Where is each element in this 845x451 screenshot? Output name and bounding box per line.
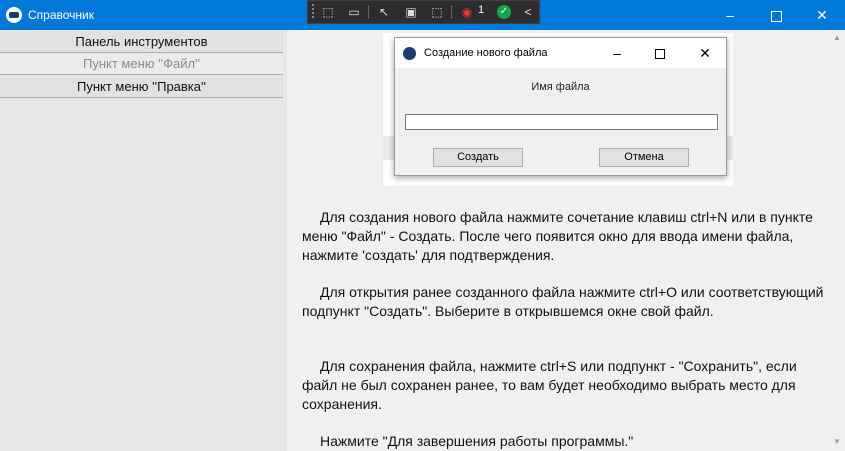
scroll-up-icon[interactable]: ▲ [833, 33, 841, 42]
toolbar-separator [368, 5, 369, 19]
window-title: Справочник [28, 8, 94, 22]
debug-toolbar: ⬚ ▭ ↖ ▣ ⬚ ◉ 1 ✓ < [307, 0, 540, 24]
maximize-icon [770, 10, 782, 22]
track-focus-icon[interactable]: ⬚ [429, 4, 445, 20]
scroll-down-icon[interactable]: ▼ [833, 437, 841, 446]
toolbar-separator [451, 5, 452, 19]
dialog-minimize-icon: – [613, 45, 621, 61]
create-button: Создать [433, 148, 523, 167]
help-paragraph: Нажмите "Для завершения работы программы… [320, 433, 634, 449]
cancel-button: Отмена [599, 148, 689, 167]
dialog-maximize-icon [648, 43, 672, 63]
file-name-field [405, 114, 718, 130]
close-button[interactable]: ✕ [799, 0, 845, 30]
dialog-title: Создание нового файла [424, 47, 548, 59]
help-paragraph: Для создания нового файла нажмите сочета… [302, 209, 813, 263]
file-name-label: Имя файла [531, 81, 590, 93]
check-icon[interactable]: ✓ [497, 5, 511, 19]
sidebar-item-toolbar[interactable]: Панель инструментов [0, 32, 283, 53]
dialog-title-bar: Создание нового файла – ✕ [395, 38, 726, 68]
select-element-icon[interactable]: ⬚ [320, 4, 336, 20]
toolbar-grip-icon[interactable] [312, 4, 314, 20]
app-logo-icon [6, 7, 22, 23]
sidebar-panel: Панель инструментов Пункт меню ''Файл'' … [0, 30, 287, 451]
help-paragraph: Для открытия ранее созданного файла нажм… [302, 284, 824, 319]
minimize-button[interactable]: – [707, 0, 753, 30]
help-paragraph: Для сохранения файла, нажмите ctrl+S или… [302, 358, 797, 412]
maximize-button[interactable] [753, 0, 799, 30]
collapse-icon[interactable]: < [520, 4, 536, 20]
hot-reload-count: 1 [478, 4, 485, 16]
new-file-dialog-image: Создание нового файла – ✕ Имя файла Созд… [394, 37, 727, 176]
video-icon[interactable]: ▭ [346, 4, 362, 20]
sidebar-item-edit-menu[interactable]: Пункт меню ''Правка'' [0, 77, 283, 98]
hot-reload-icon[interactable]: ◉ [459, 4, 475, 20]
sidebar-item-file-menu[interactable]: Пункт меню ''Файл'' [0, 54, 283, 75]
app-logo-icon [403, 47, 416, 60]
frame-icon[interactable]: ▣ [403, 4, 419, 20]
dialog-close-icon: ✕ [699, 45, 711, 61]
pointer-icon[interactable]: ↖ [376, 4, 392, 20]
